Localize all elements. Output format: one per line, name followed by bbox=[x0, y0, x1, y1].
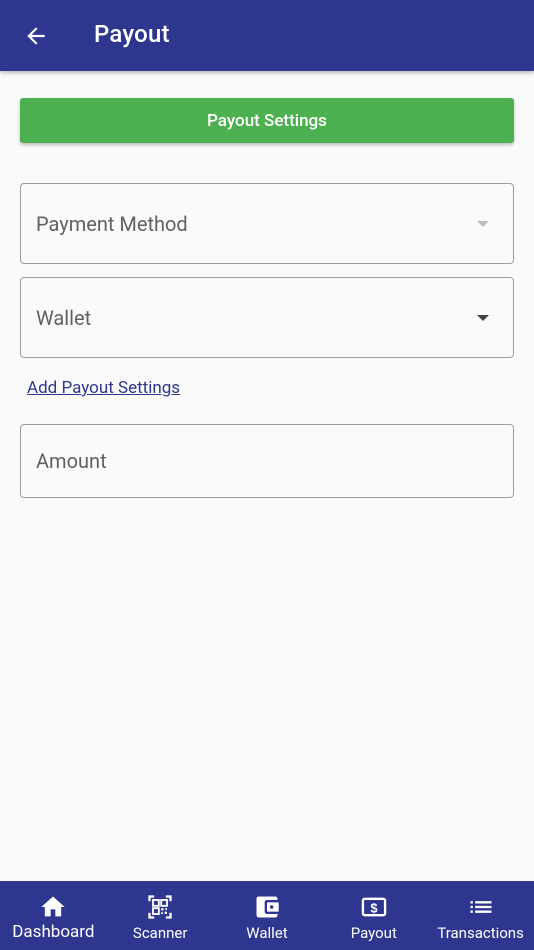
app-bar: Payout bbox=[0, 0, 534, 71]
nav-label: Dashboard bbox=[12, 922, 95, 942]
payment-method-placeholder: Payment Method bbox=[36, 211, 188, 236]
arrow-back-icon bbox=[27, 27, 45, 45]
amount-input[interactable]: Amount bbox=[20, 424, 514, 498]
nav-item-wallet[interactable]: Wallet bbox=[214, 881, 321, 950]
nav-item-transactions[interactable]: Transactions bbox=[427, 881, 534, 950]
nav-item-payout[interactable]: $ Payout bbox=[320, 881, 427, 950]
svg-text:$: $ bbox=[370, 900, 377, 915]
payment-method-dropdown[interactable]: Payment Method bbox=[20, 183, 514, 264]
nav-label: Transactions bbox=[437, 924, 524, 942]
list-icon bbox=[470, 901, 492, 913]
wallet-icon bbox=[256, 896, 279, 918]
page-title: Payout bbox=[94, 20, 170, 48]
dropdown-arrow-icon bbox=[477, 314, 489, 321]
nav-item-scanner[interactable]: Scanner bbox=[107, 881, 214, 950]
nav-label: Wallet bbox=[246, 924, 288, 942]
qr-scanner-icon bbox=[148, 895, 172, 919]
nav-label: Scanner bbox=[132, 924, 188, 942]
nav-label: Payout bbox=[350, 924, 397, 942]
payout-icon: $ bbox=[361, 897, 387, 917]
back-button[interactable] bbox=[16, 16, 56, 56]
amount-placeholder: Amount bbox=[36, 449, 107, 473]
nav-item-dashboard[interactable]: Dashboard bbox=[0, 881, 107, 950]
home-icon bbox=[41, 896, 66, 917]
wallet-dropdown[interactable]: Wallet bbox=[20, 277, 514, 358]
add-payout-settings-link[interactable]: Add Payout Settings bbox=[27, 378, 180, 398]
payout-settings-button[interactable]: Payout Settings bbox=[20, 98, 514, 143]
bottom-navigation: Dashboard Scanner Wallet $ Payout Transa… bbox=[0, 881, 534, 950]
wallet-dropdown-value: Wallet bbox=[36, 305, 92, 330]
dropdown-arrow-icon bbox=[477, 220, 489, 227]
